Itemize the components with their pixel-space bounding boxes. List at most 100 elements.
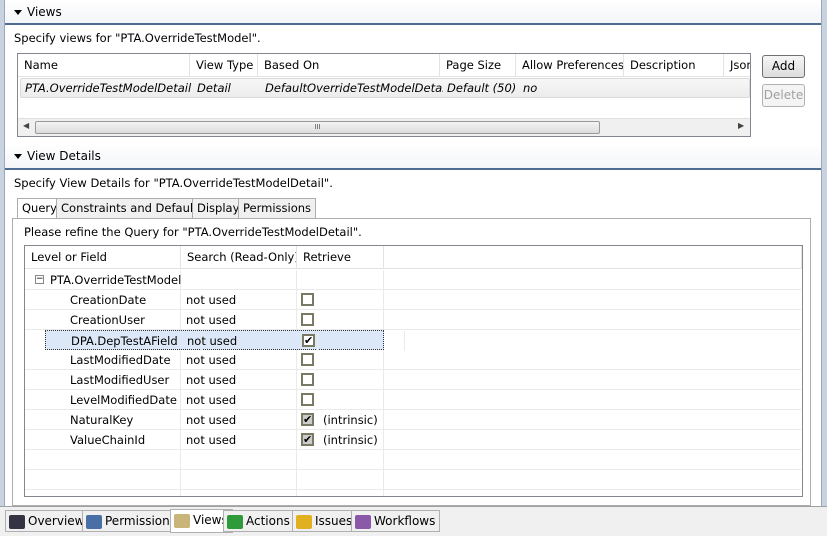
view-details-section-header[interactable]: View Details bbox=[5, 144, 821, 170]
views-magnifier-icon bbox=[174, 513, 190, 528]
right-border bbox=[821, 0, 827, 506]
cell-divider bbox=[318, 331, 405, 351]
field-row[interactable]: CreationDate not used bbox=[25, 290, 801, 310]
empty-row bbox=[25, 490, 801, 496]
field-row[interactable]: LastModifiedDate not used bbox=[25, 350, 801, 370]
field-name: ValueChainId bbox=[70, 433, 146, 447]
views-section-header[interactable]: Views bbox=[5, 0, 821, 25]
tree-root-label: PTA.OverrideTestModel bbox=[50, 273, 182, 287]
cell-divider bbox=[25, 470, 181, 490]
bottom-tab-issues[interactable]: Issues bbox=[292, 510, 358, 532]
cell-divider bbox=[25, 490, 181, 496]
retrieve-checkbox[interactable] bbox=[301, 373, 314, 386]
views-description: Specify views for "PTA.OverrideTestModel… bbox=[14, 31, 261, 45]
column-header[interactable]: Description bbox=[624, 54, 724, 76]
cell-divider bbox=[181, 470, 297, 490]
query-tab-panel: Please refine the Query for "PTA.Overrid… bbox=[12, 218, 811, 506]
views-table: Name View Type Based On Page Size Allow Pref… bbox=[17, 53, 751, 137]
column-header[interactable]: Allow Preferences bbox=[516, 54, 624, 76]
table-cell: no bbox=[523, 81, 538, 95]
cell-divider bbox=[181, 450, 297, 470]
delete-button[interactable]: Delete bbox=[762, 84, 805, 107]
field-search: not used bbox=[186, 353, 237, 367]
field-search: not used bbox=[186, 373, 237, 387]
person-icon bbox=[86, 514, 102, 529]
field-row[interactable]: NaturalKey not used ✔ (intrinsic) bbox=[25, 410, 801, 430]
field-search: not used bbox=[186, 433, 237, 447]
empty-row bbox=[25, 470, 801, 490]
table-row[interactable]: PTA.OverrideTestModelDetail Detail Default… bbox=[20, 78, 750, 98]
field-name: DPA.DepTestAField bbox=[71, 334, 178, 348]
retrieve-checkbox[interactable] bbox=[301, 353, 314, 366]
bottom-tab-label: Permissions bbox=[105, 514, 176, 528]
scroll-right-icon[interactable]: ▶ bbox=[738, 121, 744, 130]
view-details-title: View Details bbox=[27, 149, 101, 163]
table-cell: Default (50) bbox=[447, 81, 517, 95]
bottom-tab-overview[interactable]: Overview bbox=[5, 510, 90, 532]
scroll-thumb[interactable]: III bbox=[35, 121, 600, 134]
field-search: not used bbox=[186, 313, 237, 327]
tab-display[interactable]: Display bbox=[192, 198, 245, 218]
column-header[interactable]: View Type bbox=[190, 54, 258, 76]
tree-root-row[interactable]: − PTA.OverrideTestModel bbox=[25, 270, 801, 290]
bottom-tab-label: Issues bbox=[315, 514, 353, 528]
collapse-triangle-icon[interactable] bbox=[14, 154, 22, 159]
field-name: NaturalKey bbox=[70, 413, 134, 427]
bottom-tab-permissions[interactable]: Permissions bbox=[82, 510, 181, 532]
field-search: not used bbox=[186, 413, 237, 427]
view-details-description: Specify View Details for "PTA.OverrideTe… bbox=[14, 176, 333, 190]
left-border bbox=[0, 0, 5, 506]
field-row[interactable]: ValueChainId not used ✔ (intrinsic) bbox=[25, 430, 801, 450]
column-header[interactable]: Json List bbox=[724, 54, 750, 76]
retrieve-checkbox[interactable]: ✔ bbox=[301, 433, 314, 446]
bottom-tab-workflows[interactable]: Workflows bbox=[351, 510, 441, 532]
column-header[interactable] bbox=[384, 246, 802, 268]
tab-constraints-and-defaults[interactable]: Constraints and Defaults bbox=[56, 198, 209, 218]
field-name: CreationUser bbox=[70, 313, 145, 327]
table-cell: DefaultOverrideTestModelDetail bbox=[265, 81, 443, 95]
column-header[interactable]: Based On bbox=[258, 54, 440, 76]
query-description: Please refine the Query for "PTA.Overrid… bbox=[24, 225, 362, 239]
binoculars-icon bbox=[9, 514, 25, 529]
retrieve-checkbox[interactable] bbox=[301, 293, 314, 306]
cell-divider bbox=[297, 450, 384, 470]
cell-divider bbox=[297, 270, 384, 290]
query-tree-table: Level or Field Search (Read-Only) Retrieve… bbox=[24, 245, 803, 497]
retrieve-checkbox[interactable] bbox=[301, 393, 314, 406]
field-row[interactable]: CreationUser not used bbox=[25, 310, 801, 330]
views-section-title: Views bbox=[27, 5, 62, 19]
retrieve-checkbox[interactable] bbox=[301, 313, 314, 326]
collapse-tree-icon[interactable]: − bbox=[35, 275, 44, 284]
column-header[interactable]: Level or Field bbox=[25, 246, 181, 268]
cell-divider bbox=[181, 270, 297, 290]
green-arrow-icon bbox=[227, 514, 243, 529]
field-search: not used bbox=[186, 293, 237, 307]
intrinsic-note: (intrinsic) bbox=[323, 433, 378, 447]
bottom-tab-actions[interactable]: Actions bbox=[223, 510, 295, 532]
bottom-tab-label: Actions bbox=[246, 514, 290, 528]
field-row[interactable]: DPA.DepTestAField not used ✔ bbox=[45, 330, 405, 351]
empty-row bbox=[25, 450, 801, 470]
tab-permissions[interactable]: Permissions bbox=[238, 198, 317, 218]
query-rows: − PTA.OverrideTestModel CreationDate not us… bbox=[25, 270, 802, 496]
column-header[interactable]: Retrieve bbox=[297, 246, 384, 268]
field-row[interactable]: LastModifiedUser not used bbox=[25, 370, 801, 390]
intrinsic-note: (intrinsic) bbox=[323, 413, 378, 427]
bottom-tab-bar: Overview Permissions Views Actions Issues Wor… bbox=[0, 506, 827, 536]
workflow-icon bbox=[355, 514, 371, 529]
retrieve-checkbox[interactable]: ✔ bbox=[301, 413, 314, 426]
retrieve-checkbox[interactable]: ✔ bbox=[302, 334, 315, 347]
field-search: not used bbox=[186, 393, 237, 407]
bottom-tab-label: Overview bbox=[28, 514, 85, 528]
column-header[interactable]: Page Size bbox=[440, 54, 516, 76]
column-header[interactable]: Name bbox=[18, 54, 190, 76]
add-button[interactable]: Add bbox=[762, 55, 805, 78]
field-search: not used bbox=[187, 334, 238, 348]
column-header[interactable]: Search (Read-Only) bbox=[181, 246, 297, 268]
views-table-header: Name View Type Based On Page Size Allow Pref… bbox=[18, 54, 750, 77]
horizontal-scrollbar[interactable]: ◀ III ▶ bbox=[18, 118, 750, 136]
collapse-triangle-icon[interactable] bbox=[14, 10, 22, 15]
scroll-left-icon[interactable]: ◀ bbox=[23, 121, 29, 130]
table-cell: Detail bbox=[197, 81, 231, 95]
field-row[interactable]: LevelModifiedDate not used bbox=[25, 390, 801, 410]
